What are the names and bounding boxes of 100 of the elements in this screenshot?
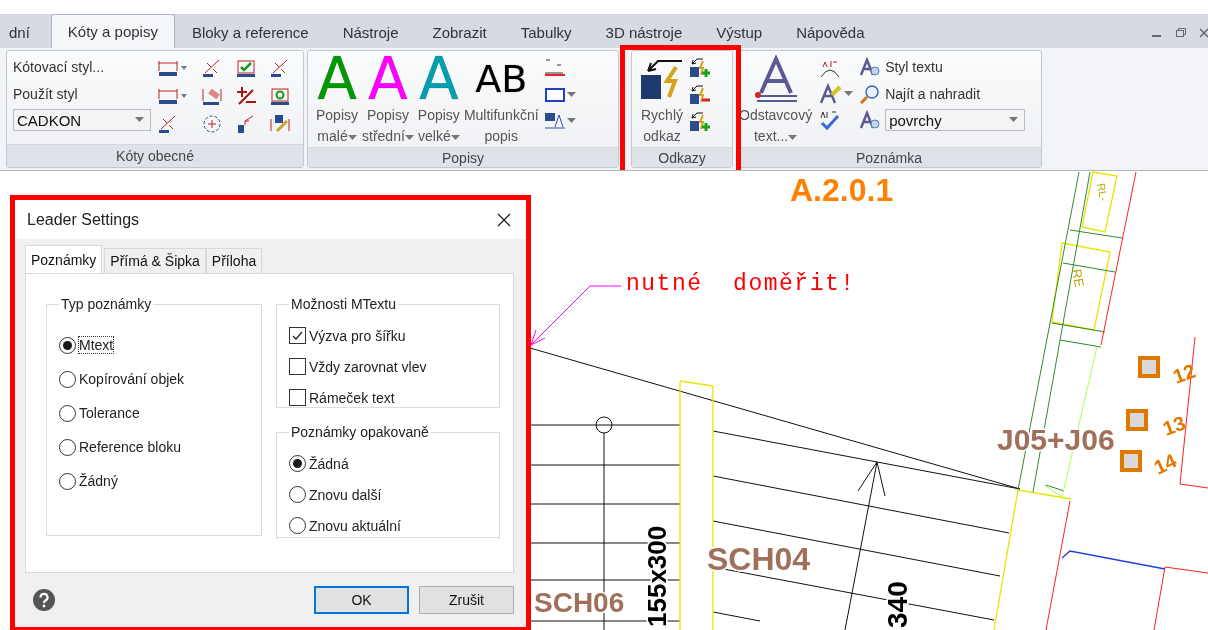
radio-circle[interactable] bbox=[289, 517, 306, 534]
close-icon[interactable] bbox=[496, 211, 512, 228]
survey-point-marker bbox=[1126, 409, 1148, 431]
caret-icon[interactable] bbox=[844, 91, 854, 97]
checkbox-option[interactable]: Rámeček text bbox=[289, 382, 489, 413]
group-title: Možnosti MTextu bbox=[290, 296, 398, 312]
dialog-button[interactable]: OK bbox=[314, 586, 409, 614]
paragraph-text-icon bbox=[752, 55, 799, 105]
cad-text: RL- bbox=[1095, 182, 1110, 202]
ribbon-tab[interactable]: Nástroje bbox=[325, 19, 416, 44]
text-style-icon bbox=[859, 110, 882, 130]
dialog-tab[interactable]: Poznámky bbox=[25, 245, 103, 273]
letter-glyph: A bbox=[368, 53, 408, 105]
group-title: Poznámky opakovaně bbox=[290, 424, 430, 440]
room-outline bbox=[1081, 171, 1118, 233]
caret-icon[interactable] bbox=[135, 117, 144, 123]
panel-title: Kóty obecné bbox=[7, 144, 303, 167]
caret-icon[interactable] bbox=[347, 135, 357, 141]
radio-circle[interactable] bbox=[289, 455, 306, 472]
text-edit-icon[interactable] bbox=[818, 83, 843, 105]
dialog-button[interactable]: Zrušit bbox=[419, 586, 514, 614]
radio-circle[interactable] bbox=[59, 472, 76, 490]
restore-icon[interactable] bbox=[1176, 28, 1186, 38]
ribbon-command[interactable]: Styl textu bbox=[859, 55, 1026, 79]
text-style-icon bbox=[859, 57, 882, 77]
cad-text: 12 bbox=[1169, 359, 1199, 388]
cad-text: A.2.0.1 bbox=[790, 172, 894, 208]
dialog-tab[interactable]: Příloha bbox=[205, 248, 263, 273]
text-height-icon[interactable] bbox=[542, 57, 567, 79]
checkbox-option[interactable]: Výzva pro šířku bbox=[289, 320, 489, 351]
style-dropdown[interactable]: CADKON bbox=[13, 109, 151, 131]
survey-point-marker bbox=[1138, 356, 1160, 378]
dialog-tab[interactable]: Přímá & Šipka bbox=[104, 248, 206, 273]
letter-glyph: AB bbox=[475, 56, 528, 103]
ribbon-tab[interactable]: Tabulky bbox=[503, 19, 589, 44]
panel-title: Odkazy bbox=[632, 147, 732, 167]
ribbon-tab[interactable]: Zobrazit bbox=[415, 19, 504, 44]
checkmark-icon[interactable] bbox=[235, 57, 257, 79]
caret-icon[interactable] bbox=[450, 135, 460, 141]
radio-circle[interactable] bbox=[59, 370, 76, 388]
cad-text: 340 bbox=[882, 581, 913, 628]
ribbon-button[interactable]: Odstavcový text... bbox=[739, 55, 813, 147]
ribbon-tab[interactable]: 3D nástroje bbox=[588, 19, 700, 44]
caret-icon[interactable] bbox=[1009, 117, 1019, 123]
cad-text: 14 bbox=[1150, 449, 1180, 479]
cad-text: 155x300 bbox=[642, 525, 672, 627]
panel-title: Popisy bbox=[308, 147, 618, 167]
leader-icon[interactable] bbox=[688, 109, 712, 133]
dialog-title: Leader Settings bbox=[27, 210, 140, 229]
text-replace-icon[interactable] bbox=[542, 111, 567, 131]
group-title: Typ poznámky bbox=[60, 296, 153, 312]
checkmark-icon bbox=[291, 329, 304, 342]
checkbox[interactable] bbox=[289, 327, 306, 344]
radio-option[interactable]: Kopírování objek bbox=[59, 362, 251, 396]
radio-circle[interactable] bbox=[59, 438, 76, 456]
ribbon-button[interactable]: A Popisy velké bbox=[417, 53, 460, 147]
ribbon-button[interactable]: Rychlý odkaz bbox=[638, 55, 686, 147]
radio-option[interactable]: Žádná bbox=[289, 448, 489, 479]
radio-option[interactable]: Reference bloku bbox=[59, 430, 251, 464]
radio-option[interactable]: Znovu aktuální bbox=[289, 510, 489, 541]
save-icon[interactable] bbox=[269, 113, 291, 135]
radio-circle[interactable] bbox=[289, 486, 306, 503]
caret-icon[interactable] bbox=[788, 135, 798, 141]
ribbon-button[interactable]: A Popisy malé bbox=[316, 53, 359, 147]
ribbon-command[interactable]: Najít a nahradit bbox=[859, 82, 1026, 106]
checkbox-option[interactable]: Vždy zarovnat vlev bbox=[289, 351, 489, 382]
ribbon-tab[interactable]: Kóty a popisy bbox=[50, 14, 175, 48]
cad-text: RE bbox=[1069, 267, 1087, 289]
radio-circle[interactable] bbox=[59, 404, 76, 422]
ribbon-button[interactable]: AB Multifunkční popis bbox=[463, 53, 539, 147]
plus-minus-icon[interactable] bbox=[235, 85, 257, 107]
caret-icon[interactable] bbox=[566, 92, 576, 98]
checkbox[interactable] bbox=[289, 358, 306, 375]
radio-option[interactable]: Mtext bbox=[59, 328, 251, 362]
text-style-dropdown[interactable]: povrchy bbox=[885, 109, 1026, 131]
center-mark-icon[interactable] bbox=[201, 113, 223, 135]
cad-text: 13 bbox=[1159, 411, 1189, 440]
ribbon-tab[interactable]: dní bbox=[0, 19, 47, 44]
help-icon[interactable] bbox=[33, 589, 55, 611]
ribbon-tab[interactable]: Bloky a reference bbox=[174, 19, 326, 44]
radio-circle[interactable] bbox=[59, 336, 76, 354]
dimension-icon[interactable] bbox=[269, 85, 291, 107]
radio-option[interactable]: Žádný bbox=[59, 464, 251, 498]
numbering-icon[interactable] bbox=[542, 85, 567, 105]
leader-icon[interactable] bbox=[688, 55, 712, 79]
letter-glyph: A bbox=[317, 53, 357, 105]
ribbon-tab[interactable]: Výstup bbox=[699, 19, 780, 44]
caret-icon[interactable] bbox=[404, 135, 414, 141]
checkbox[interactable] bbox=[289, 389, 306, 406]
leader-icon[interactable] bbox=[688, 82, 712, 106]
ribbon-command[interactable]: Kótovací styl... bbox=[13, 55, 151, 79]
survey-point-marker bbox=[1120, 450, 1142, 472]
radio-option[interactable]: Znovu další bbox=[289, 479, 489, 510]
ribbon-command[interactable]: Použít styl bbox=[13, 82, 151, 106]
letter-glyph: A bbox=[419, 53, 459, 105]
radio-option[interactable]: Tolerance bbox=[59, 396, 251, 430]
cad-text: nutné doměřit! bbox=[626, 271, 856, 297]
ribbon-tab[interactable]: Nápověda bbox=[779, 19, 882, 44]
caret-icon[interactable] bbox=[566, 118, 576, 124]
ribbon-button[interactable]: A Popisy střední bbox=[362, 53, 414, 147]
